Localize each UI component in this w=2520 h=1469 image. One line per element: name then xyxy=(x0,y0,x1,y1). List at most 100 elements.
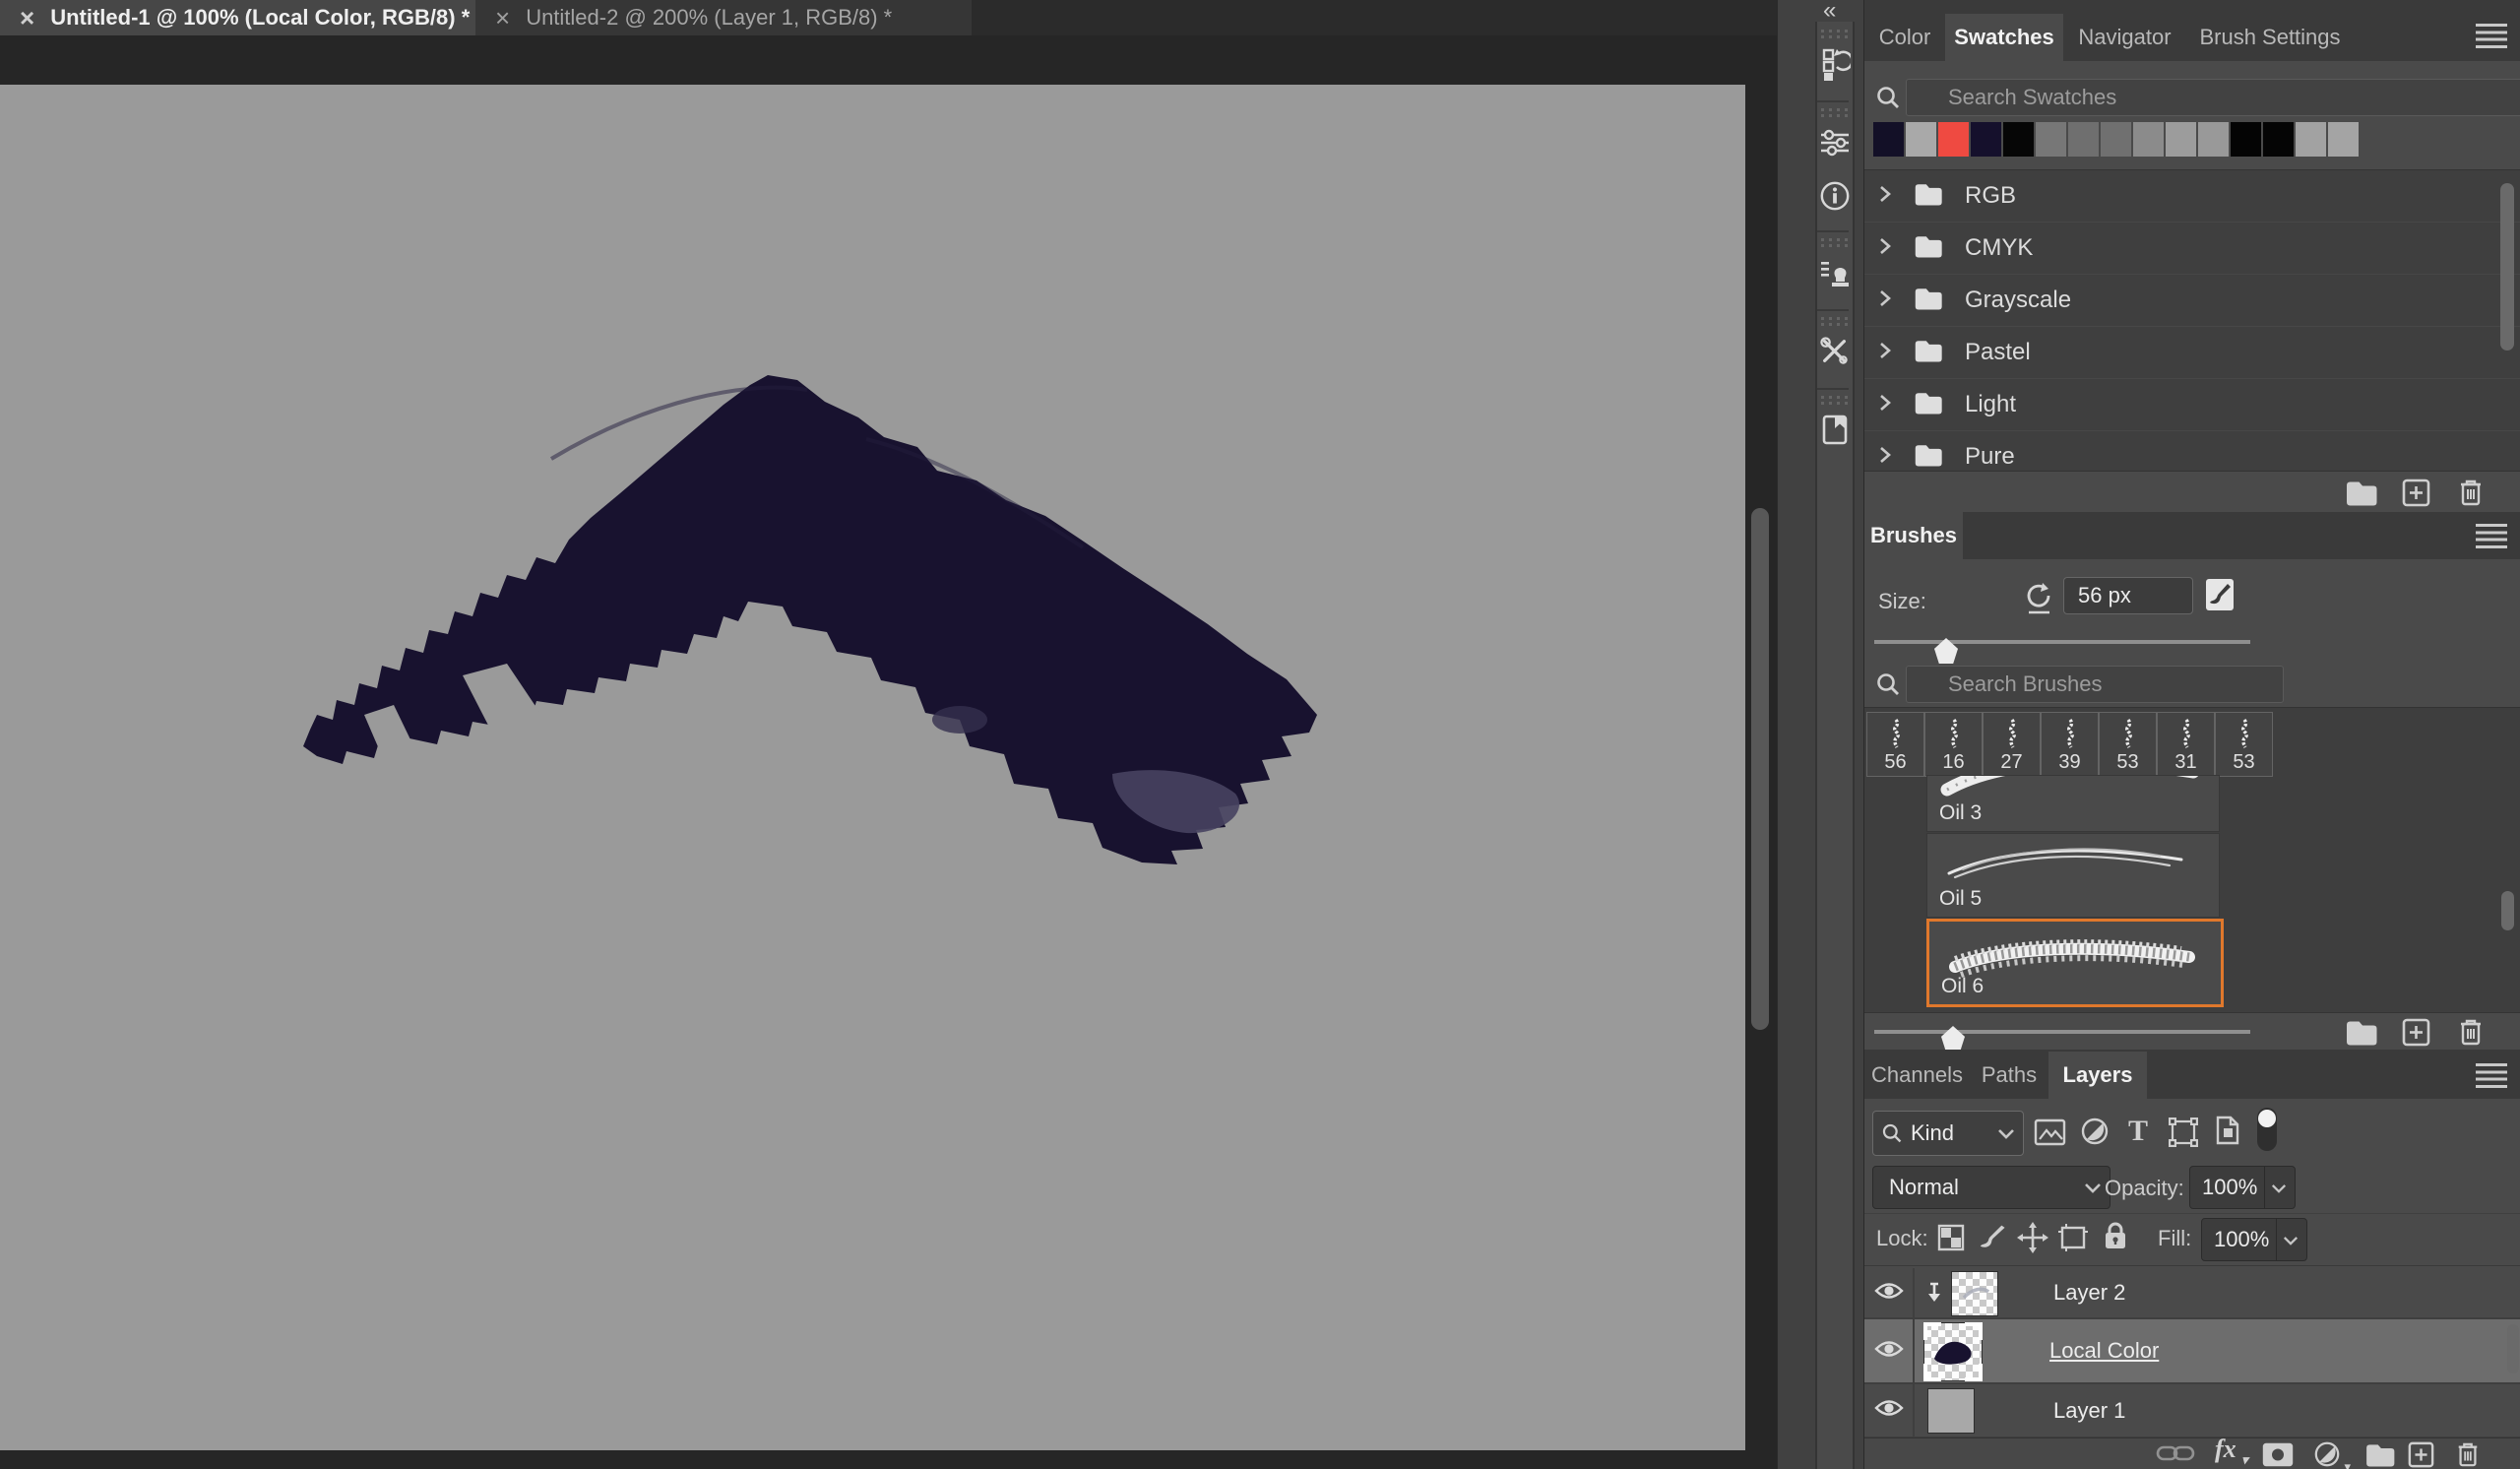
tab-channels[interactable]: Channels xyxy=(1864,1052,1970,1099)
visibility-column[interactable] xyxy=(1864,1319,1915,1382)
drag-grip[interactable] xyxy=(1821,402,1849,405)
swatch-group-row[interactable]: Grayscale xyxy=(1864,275,2520,327)
drag-grip[interactable] xyxy=(1821,317,1849,320)
document-canvas[interactable] xyxy=(0,85,1745,1450)
brush-preview-size-slider[interactable] xyxy=(1874,1030,2250,1034)
brush-preset[interactable]: 39 xyxy=(2041,712,2099,777)
color-swatch[interactable] xyxy=(1938,122,1969,157)
document-tab-untitled-2[interactable]: × Untitled-2 @ 200% (Layer 1, RGB/8) * xyxy=(475,0,972,35)
color-swatch[interactable] xyxy=(2263,122,2294,157)
color-swatch[interactable] xyxy=(2231,122,2261,157)
visibility-eye-icon[interactable] xyxy=(1873,1281,1904,1306)
brush-list-item[interactable]: Oil 3 xyxy=(1926,775,2220,832)
drag-grip[interactable] xyxy=(1821,114,1849,117)
close-icon[interactable]: × xyxy=(495,5,510,31)
tab-swatches[interactable]: Swatches xyxy=(1945,14,2063,61)
new-group-icon[interactable] xyxy=(2345,479,2378,511)
color-swatch[interactable] xyxy=(1906,122,1936,157)
lock-all-icon[interactable] xyxy=(2103,1220,2128,1256)
visibility-column[interactable] xyxy=(1864,1384,1915,1437)
panel-menu-icon[interactable] xyxy=(2476,24,2507,48)
tab-brushes[interactable]: Brushes xyxy=(1864,512,1963,559)
color-swatch[interactable] xyxy=(1971,122,2001,157)
color-swatch[interactable] xyxy=(2296,122,2326,157)
document-tab-untitled-1[interactable]: × Untitled-1 @ 100% (Local Color, RGB/8)… xyxy=(0,0,514,35)
visibility-eye-icon[interactable] xyxy=(1873,1339,1904,1364)
lock-artboard-icon[interactable] xyxy=(2057,1223,2089,1257)
layer-row[interactable]: Layer 2 xyxy=(1864,1268,2520,1319)
add-adjustment-icon[interactable]: ▾ xyxy=(2313,1440,2351,1469)
new-group-icon[interactable] xyxy=(2345,1019,2378,1051)
reset-size-icon[interactable] xyxy=(2022,581,2055,621)
filter-toggle[interactable] xyxy=(2256,1107,2278,1157)
opacity-select[interactable]: 100% xyxy=(2189,1166,2296,1209)
color-swatch[interactable] xyxy=(2133,122,2164,157)
layer-name[interactable]: Local Color xyxy=(2049,1338,2159,1364)
clone-source-icon[interactable] xyxy=(1819,254,1851,291)
filter-shape-layers-icon[interactable] xyxy=(2168,1117,2199,1153)
color-swatch[interactable] xyxy=(2328,122,2359,157)
lock-position-icon[interactable] xyxy=(2017,1222,2048,1258)
visibility-eye-icon[interactable] xyxy=(1873,1398,1904,1423)
tab-brush-settings[interactable]: Brush Settings xyxy=(2186,14,2354,61)
brush-preset[interactable]: 53 xyxy=(2215,712,2273,777)
tool-presets-icon[interactable] xyxy=(1819,333,1851,370)
color-swatch[interactable] xyxy=(1873,122,1904,157)
delete-icon[interactable] xyxy=(2455,1440,2481,1469)
layer-thumbnail[interactable] xyxy=(1923,1322,1983,1381)
brush-list-item[interactable]: Oil 5 xyxy=(1926,833,2220,918)
fill-select[interactable]: 100% xyxy=(2201,1218,2307,1261)
blend-mode-select[interactable]: Normal xyxy=(1872,1166,2110,1209)
close-icon[interactable]: × xyxy=(20,5,34,31)
search-brushes-input[interactable]: Search Brushes xyxy=(1877,666,2284,703)
new-layer-icon[interactable] xyxy=(2408,1441,2434,1469)
filter-type-layers-icon[interactable]: T xyxy=(2128,1115,2148,1148)
layer-thumbnail[interactable] xyxy=(1927,1388,1975,1434)
brush-preset[interactable]: 27 xyxy=(1983,712,2041,777)
brush-settings-icon[interactable] xyxy=(2204,577,2236,617)
visibility-column[interactable] xyxy=(1864,1268,1915,1317)
chevron-right-icon[interactable] xyxy=(1878,184,1892,209)
brush-preset[interactable]: 16 xyxy=(1924,712,1983,777)
delete-icon[interactable] xyxy=(2457,1017,2485,1053)
info-icon[interactable] xyxy=(1819,177,1851,215)
color-swatch[interactable] xyxy=(2003,122,2034,157)
chevron-right-icon[interactable] xyxy=(1878,236,1892,261)
chevron-right-icon[interactable] xyxy=(1878,288,1892,313)
link-layers-icon[interactable] xyxy=(2156,1442,2195,1469)
vertical-scrollbar[interactable] xyxy=(1748,75,1772,1450)
tab-paths[interactable]: Paths xyxy=(1970,1052,2048,1099)
filter-pixel-layers-icon[interactable] xyxy=(2034,1118,2066,1151)
new-group-icon[interactable] xyxy=(2364,1442,2396,1469)
swatches-scrollbar-thumb[interactable] xyxy=(2500,183,2514,351)
panel-menu-icon[interactable] xyxy=(2476,1063,2507,1088)
swatch-group-row[interactable]: CMYK xyxy=(1864,223,2520,275)
layer-row[interactable]: Layer 1 xyxy=(1864,1384,2520,1438)
lock-pixels-icon[interactable] xyxy=(1979,1222,2008,1256)
filter-kind-select[interactable]: Kind xyxy=(1872,1111,2024,1156)
brushes-scrollbar-thumb[interactable] xyxy=(2501,891,2514,930)
brush-preset[interactable]: 31 xyxy=(2157,712,2215,777)
color-swatch[interactable] xyxy=(2036,122,2066,157)
panel-menu-icon[interactable] xyxy=(2476,524,2507,548)
filter-smart-objects-icon[interactable] xyxy=(2215,1115,2240,1151)
color-swatch[interactable] xyxy=(2101,122,2131,157)
new-brush-icon[interactable] xyxy=(2402,1018,2430,1052)
drag-grip[interactable] xyxy=(1821,396,1849,399)
color-swatch[interactable] xyxy=(2198,122,2229,157)
filter-adjustment-layers-icon[interactable] xyxy=(2080,1117,2110,1151)
vertical-scrollbar-thumb[interactable] xyxy=(1751,508,1769,1030)
brush-preset[interactable]: 53 xyxy=(2099,712,2157,777)
color-swatch[interactable] xyxy=(2068,122,2099,157)
swatch-group-row[interactable]: Pastel xyxy=(1864,327,2520,379)
brush-size-slider[interactable] xyxy=(1874,640,2250,644)
drag-grip[interactable] xyxy=(1821,238,1849,241)
history-icon[interactable] xyxy=(1819,45,1851,83)
tab-layers[interactable]: Layers xyxy=(2048,1052,2147,1099)
chevron-right-icon[interactable] xyxy=(1878,341,1892,365)
layer-name[interactable]: Layer 2 xyxy=(2053,1280,2125,1306)
swatch-group-row[interactable]: Light xyxy=(1864,379,2520,431)
delete-icon[interactable] xyxy=(2457,478,2485,513)
drag-grip[interactable] xyxy=(1821,30,1849,32)
chevron-right-icon[interactable] xyxy=(1878,445,1892,470)
